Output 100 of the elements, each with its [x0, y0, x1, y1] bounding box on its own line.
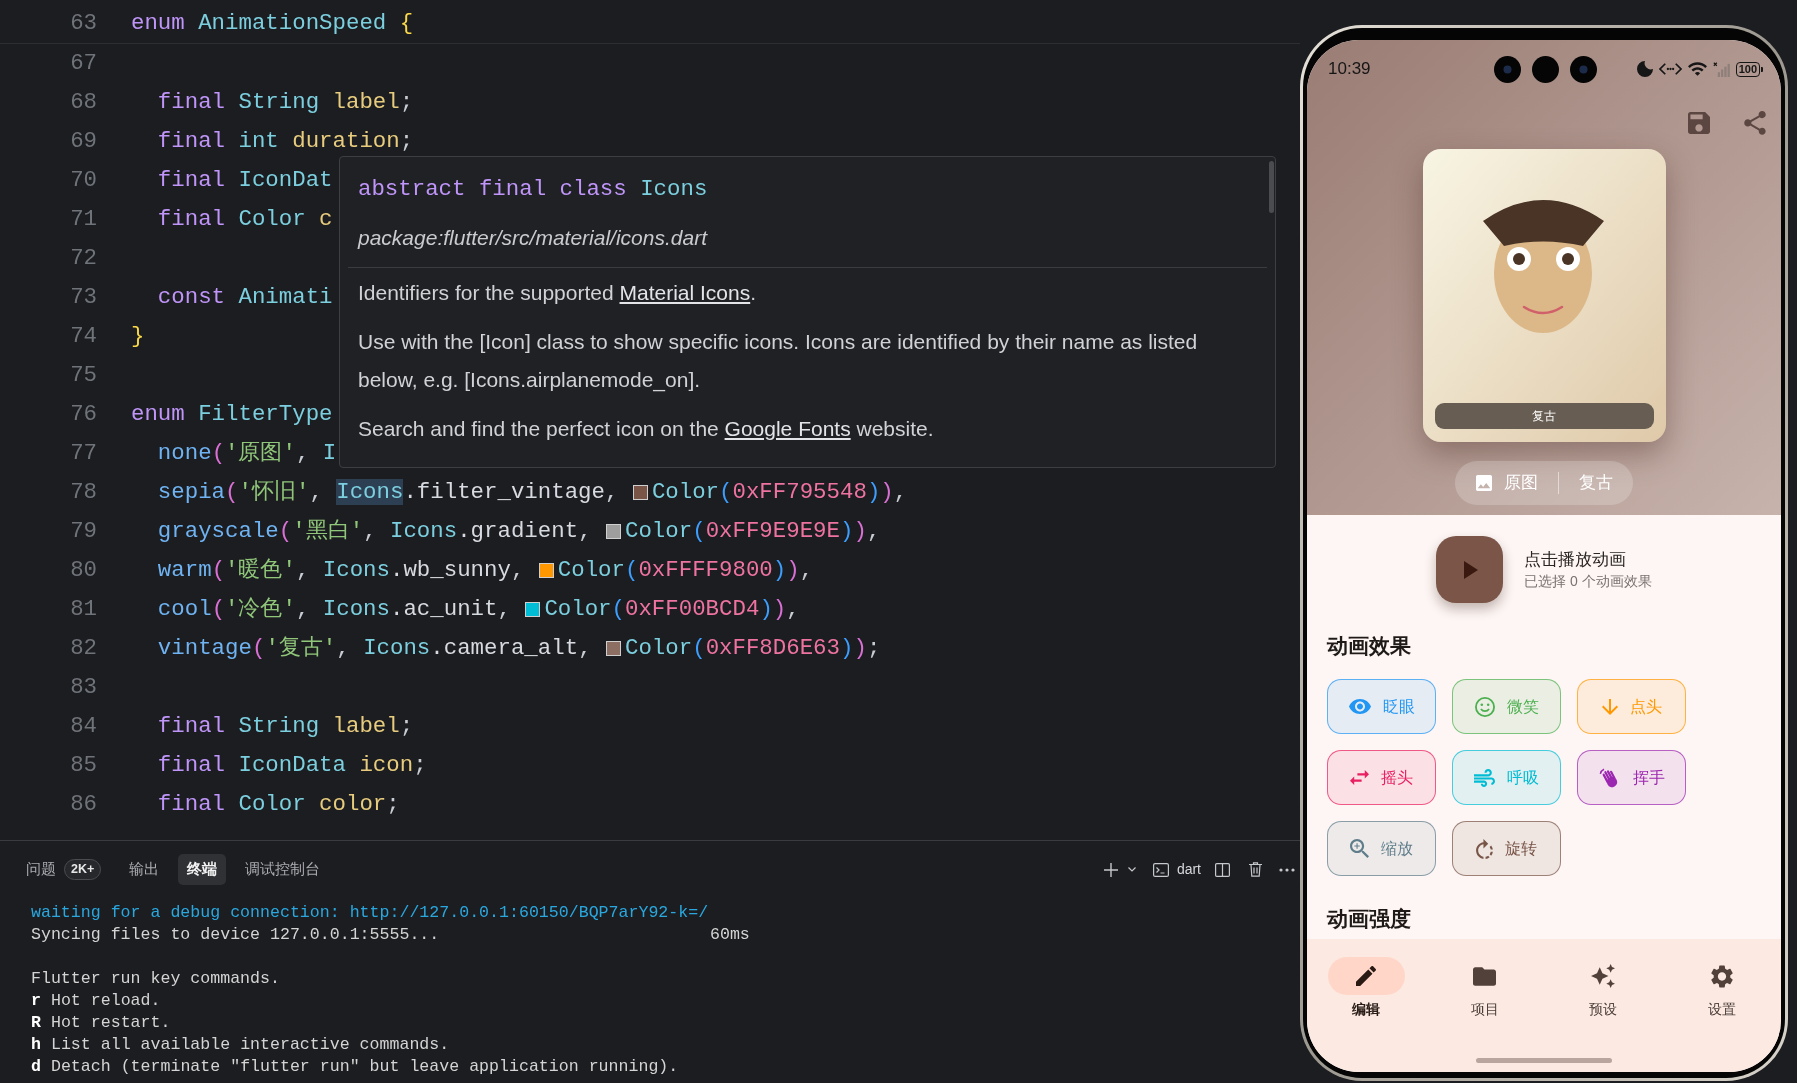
- gear-icon: [1710, 964, 1733, 988]
- terminal-icon: [1152, 862, 1169, 877]
- count-badge: 2K+: [64, 859, 102, 880]
- effect-chip[interactable]: 挥手: [1577, 750, 1686, 805]
- code-line: final String label;: [156, 87, 414, 117]
- line-number: 76: [69, 399, 97, 429]
- shell-selector[interactable]: dart: [1152, 859, 1201, 880]
- doc-paragraph: Identifiers for the supported Material Icons.: [358, 280, 758, 306]
- code-fragment: grayscale('黑白', Icons.gradient,: [156, 516, 593, 546]
- status-time: 10:39: [1328, 58, 1371, 81]
- code-line: final int duration;: [156, 126, 414, 156]
- line-number: 81: [69, 594, 97, 624]
- line-number: 68: [69, 87, 97, 117]
- line-number: 78: [69, 477, 97, 507]
- code-line: enum FilterType: [131, 399, 333, 429]
- share-icon[interactable]: [1744, 110, 1766, 136]
- player-subtitle: 已选择 0 个动画效果: [1524, 571, 1652, 591]
- split-icon[interactable]: [1215, 862, 1230, 877]
- doc-paragraph: Search and find the perfect icon on the Google Fonts website.: [358, 415, 935, 442]
- effect-chip[interactable]: 摇头: [1327, 750, 1436, 805]
- code-fragment: cool('冷色', Icons.ac_unit,: [156, 594, 512, 624]
- line-number: 73: [69, 282, 97, 312]
- code-fragment: sepia('怀旧', Icons.filter_vintage,: [156, 477, 620, 507]
- line-number: 75: [69, 360, 97, 390]
- code-fragment: Color(0xFF8D6E63));: [625, 633, 881, 663]
- terminal-line: d Detach (terminate "flutter run" but leave application running).: [31, 1056, 679, 1078]
- wifi-icon: [1687, 62, 1707, 76]
- panel-tab[interactable]: 终端: [178, 854, 227, 885]
- line-number: 74: [69, 321, 97, 351]
- filter-label: 复古: [1434, 403, 1654, 429]
- chevron-down-icon[interactable]: [1127, 867, 1136, 872]
- more-icon[interactable]: [1279, 867, 1295, 872]
- code-fragment: warm('暖色', Icons.wb_sunny,: [156, 555, 526, 585]
- code-line: final Color c: [156, 204, 333, 234]
- section-heading: 动画效果: [1327, 633, 1411, 659]
- folder-icon: [1473, 966, 1497, 986]
- line-number: 83: [69, 672, 97, 702]
- nav-item[interactable]: 设置: [1662, 957, 1781, 1019]
- camera-lens-icon: [1570, 55, 1597, 83]
- line-number: 84: [69, 711, 97, 741]
- source-path: package:flutter/src/material/icons.dart: [358, 225, 707, 251]
- terminal-timing: 60ms: [710, 924, 750, 946]
- camera-lens-icon: [1532, 55, 1559, 83]
- scrollbar-thumb[interactable]: [1269, 161, 1274, 213]
- image-icon: [1476, 475, 1492, 491]
- code-fragment: Color(0xFF00BCD4)),: [544, 594, 800, 624]
- camera-lens-icon: [1494, 55, 1521, 83]
- hover-signature: abstract final class Icons: [358, 175, 708, 204]
- panel-tab[interactable]: 输出: [120, 854, 169, 885]
- terminal-line: r Hot reload.: [31, 990, 161, 1012]
- terminal-line: h List all available interactive commands.: [31, 1034, 450, 1056]
- player-title: 点击播放动画: [1524, 548, 1628, 571]
- terminal-line: Syncing files to device 127.0.0.1:5555...: [31, 924, 441, 946]
- line-number: 80: [69, 555, 97, 585]
- code-line: final IconData icon;: [156, 750, 427, 780]
- sparkles-icon: [1591, 964, 1616, 988]
- nav-item[interactable]: 预设: [1544, 957, 1663, 1019]
- line-number: 82: [69, 633, 97, 663]
- play-icon: [1464, 560, 1479, 579]
- panel-tab[interactable]: 调试控制台: [236, 854, 330, 885]
- line-number: 77: [69, 438, 97, 468]
- line-number: 69: [69, 126, 97, 156]
- code-fragment: vintage('复古', Icons.camera_alt,: [156, 633, 593, 663]
- plus-icon[interactable]: [1103, 862, 1118, 877]
- code-fragment: Color(0xFFFF9800)),: [557, 555, 814, 585]
- save-icon[interactable]: [1688, 112, 1710, 134]
- trash-icon[interactable]: [1249, 862, 1262, 877]
- doc-link[interactable]: Google Fonts: [724, 416, 851, 440]
- line-number: 85: [69, 750, 97, 780]
- code-line: final String label;: [156, 711, 414, 741]
- code-line: const Animati: [156, 282, 333, 312]
- line-number: 67: [69, 48, 97, 78]
- terminal-line: waiting for a debug connection: http://127.0.0.1:60150/BQP7arY92-k=/: [31, 902, 709, 924]
- terminal-line: Flutter run key commands.: [31, 968, 280, 990]
- chevrons-dots-icon: [1658, 62, 1682, 76]
- code-fragment: Color(0xFF9E9E9E)),: [625, 516, 881, 546]
- play-button[interactable]: [1436, 536, 1504, 603]
- code-line: none('原图', I: [156, 438, 337, 468]
- nav-item[interactable]: 编辑: [1307, 957, 1426, 1019]
- line-number: 63: [69, 8, 97, 38]
- line-number: 72: [69, 243, 97, 273]
- section-heading: 动画强度: [1327, 906, 1411, 932]
- effect-chip[interactable]: 缩放: [1327, 821, 1436, 876]
- pencil-icon: [1356, 966, 1377, 986]
- code-fragment: Color(0xFF795548)),: [651, 477, 908, 507]
- panel-tab[interactable]: 问题 2K+: [17, 854, 111, 885]
- code-line: final IconDat: [156, 165, 333, 195]
- doc-paragraph: Use with the [Icon] class to show specific icons. Icons are identified by their name as listed below, e.g. [Icons.airplanemode_on].: [358, 329, 1199, 394]
- code-line: }: [131, 321, 145, 351]
- signal-icon: [1712, 61, 1730, 77]
- code-line: enum AnimationSpeed {: [131, 8, 414, 38]
- battery-indicator: 100: [1735, 61, 1763, 77]
- line-number: 86: [69, 789, 97, 819]
- terminal-line: R Hot restart.: [31, 1012, 171, 1034]
- line-number: 71: [69, 204, 97, 234]
- code-line: final Color color;: [156, 789, 400, 819]
- nav-item[interactable]: 项目: [1425, 957, 1544, 1019]
- effect-chip[interactable]: 旋转: [1452, 821, 1561, 876]
- line-number: 70: [69, 165, 97, 195]
- doc-link[interactable]: Material Icons: [619, 281, 751, 304]
